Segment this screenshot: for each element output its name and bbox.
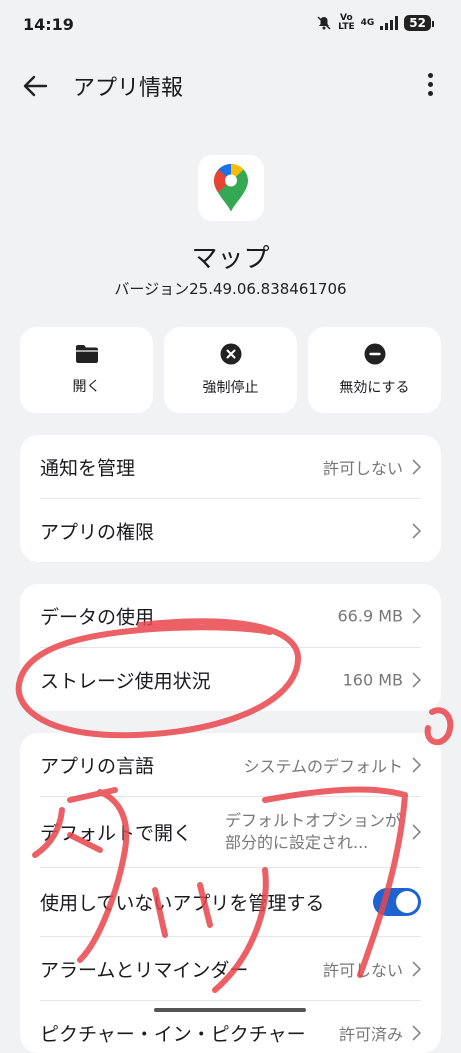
maps-pin-logo	[214, 164, 248, 212]
status-bar: 14:19 Vo LTE 4G 52	[0, 0, 461, 52]
back-arrow-icon[interactable]	[20, 70, 52, 102]
row-label: ストレージ使用状況	[40, 670, 211, 692]
alarms-reminders-row[interactable]: アラームとリマインダー 許可しない	[40, 937, 421, 1001]
chevron-right-icon	[412, 607, 421, 624]
page-title: アプリ情報	[73, 76, 184, 101]
row-value: 許可しない	[322, 960, 403, 980]
row-value: システムのデフォルト	[243, 756, 403, 776]
volte-icon: Vo LTE	[338, 14, 355, 32]
open-label: 開く	[72, 379, 101, 395]
app-language-row[interactable]: アプリの言語 システムのデフォルト	[40, 733, 421, 797]
row-label: アプリの権限	[40, 521, 155, 543]
manage-unused-apps-row[interactable]: 使用していないアプリを管理する	[40, 868, 421, 937]
chevron-right-icon	[412, 458, 421, 475]
battery-level: 52	[404, 15, 434, 31]
close-circle-icon	[220, 343, 241, 365]
open-button[interactable]: 開く	[20, 327, 153, 413]
app-bar: アプリ情報	[0, 56, 461, 114]
app-version: バージョン25.49.06.838461706	[114, 280, 347, 298]
data-usage-row[interactable]: データの使用 66.9 MB	[40, 584, 421, 648]
settings-card-defaults: アプリの言語 システムのデフォルト デフォルトで開く デフォルトオプションが部分…	[20, 733, 441, 1053]
row-label: データの使用	[40, 606, 155, 628]
unused-apps-toggle[interactable]	[373, 888, 421, 916]
more-options-icon[interactable]	[425, 70, 435, 100]
app-permissions-row[interactable]: アプリの権限	[40, 499, 421, 562]
row-value: 66.9 MB	[337, 606, 404, 625]
chevron-right-icon	[412, 756, 421, 773]
row-label: アラームとリマインダー	[40, 959, 249, 981]
chevron-right-icon	[412, 1024, 421, 1041]
chevron-right-icon	[412, 522, 421, 539]
folder-icon	[75, 345, 98, 363]
open-by-default-row[interactable]: デフォルトで開く デフォルトオプションが部分的に設定され...	[40, 797, 421, 868]
row-label: ピクチャー・イン・ピクチャー	[40, 1023, 306, 1045]
home-indicator	[154, 1008, 306, 1012]
disable-button[interactable]: 無効にする	[308, 327, 441, 413]
status-icons: Vo LTE 4G 52	[316, 14, 434, 32]
row-label: デフォルトで開く	[40, 822, 193, 845]
app-name: マップ	[191, 244, 270, 274]
maps-app-icon	[198, 155, 264, 221]
force-stop-button[interactable]: 強制停止	[164, 327, 297, 413]
signal-icon	[380, 16, 399, 30]
row-value: 160 MB	[342, 670, 403, 689]
minus-circle-icon	[364, 343, 385, 365]
chevron-right-icon	[412, 824, 421, 840]
bell-muted-icon	[317, 16, 331, 30]
lte-label: LTE	[338, 22, 355, 32]
disable-label: 無効にする	[339, 380, 410, 396]
status-time: 14:19	[23, 15, 74, 34]
action-buttons: 開く 強制停止 無効にする	[20, 327, 441, 413]
row-label: 通知を管理	[40, 457, 136, 479]
settings-card-notifications: 通知を管理 許可しない アプリの権限	[20, 435, 441, 562]
network-type: 4G	[360, 18, 375, 28]
manage-notifications-row[interactable]: 通知を管理 許可しない	[40, 435, 421, 499]
storage-usage-row[interactable]: ストレージ使用状況 160 MB	[40, 648, 421, 711]
row-label: 使用していないアプリを管理する	[40, 892, 325, 915]
row-label: アプリの言語	[40, 755, 155, 777]
row-value: 許可しない	[322, 458, 403, 478]
force-stop-label: 強制停止	[202, 380, 259, 396]
row-value: 許可済み	[338, 1024, 403, 1044]
chevron-right-icon	[412, 960, 421, 977]
chevron-right-icon	[412, 671, 421, 688]
row-value: デフォルトオプションが部分的に設定され...	[225, 811, 402, 852]
settings-card-usage: データの使用 66.9 MB ストレージ使用状況 160 MB	[20, 584, 441, 711]
